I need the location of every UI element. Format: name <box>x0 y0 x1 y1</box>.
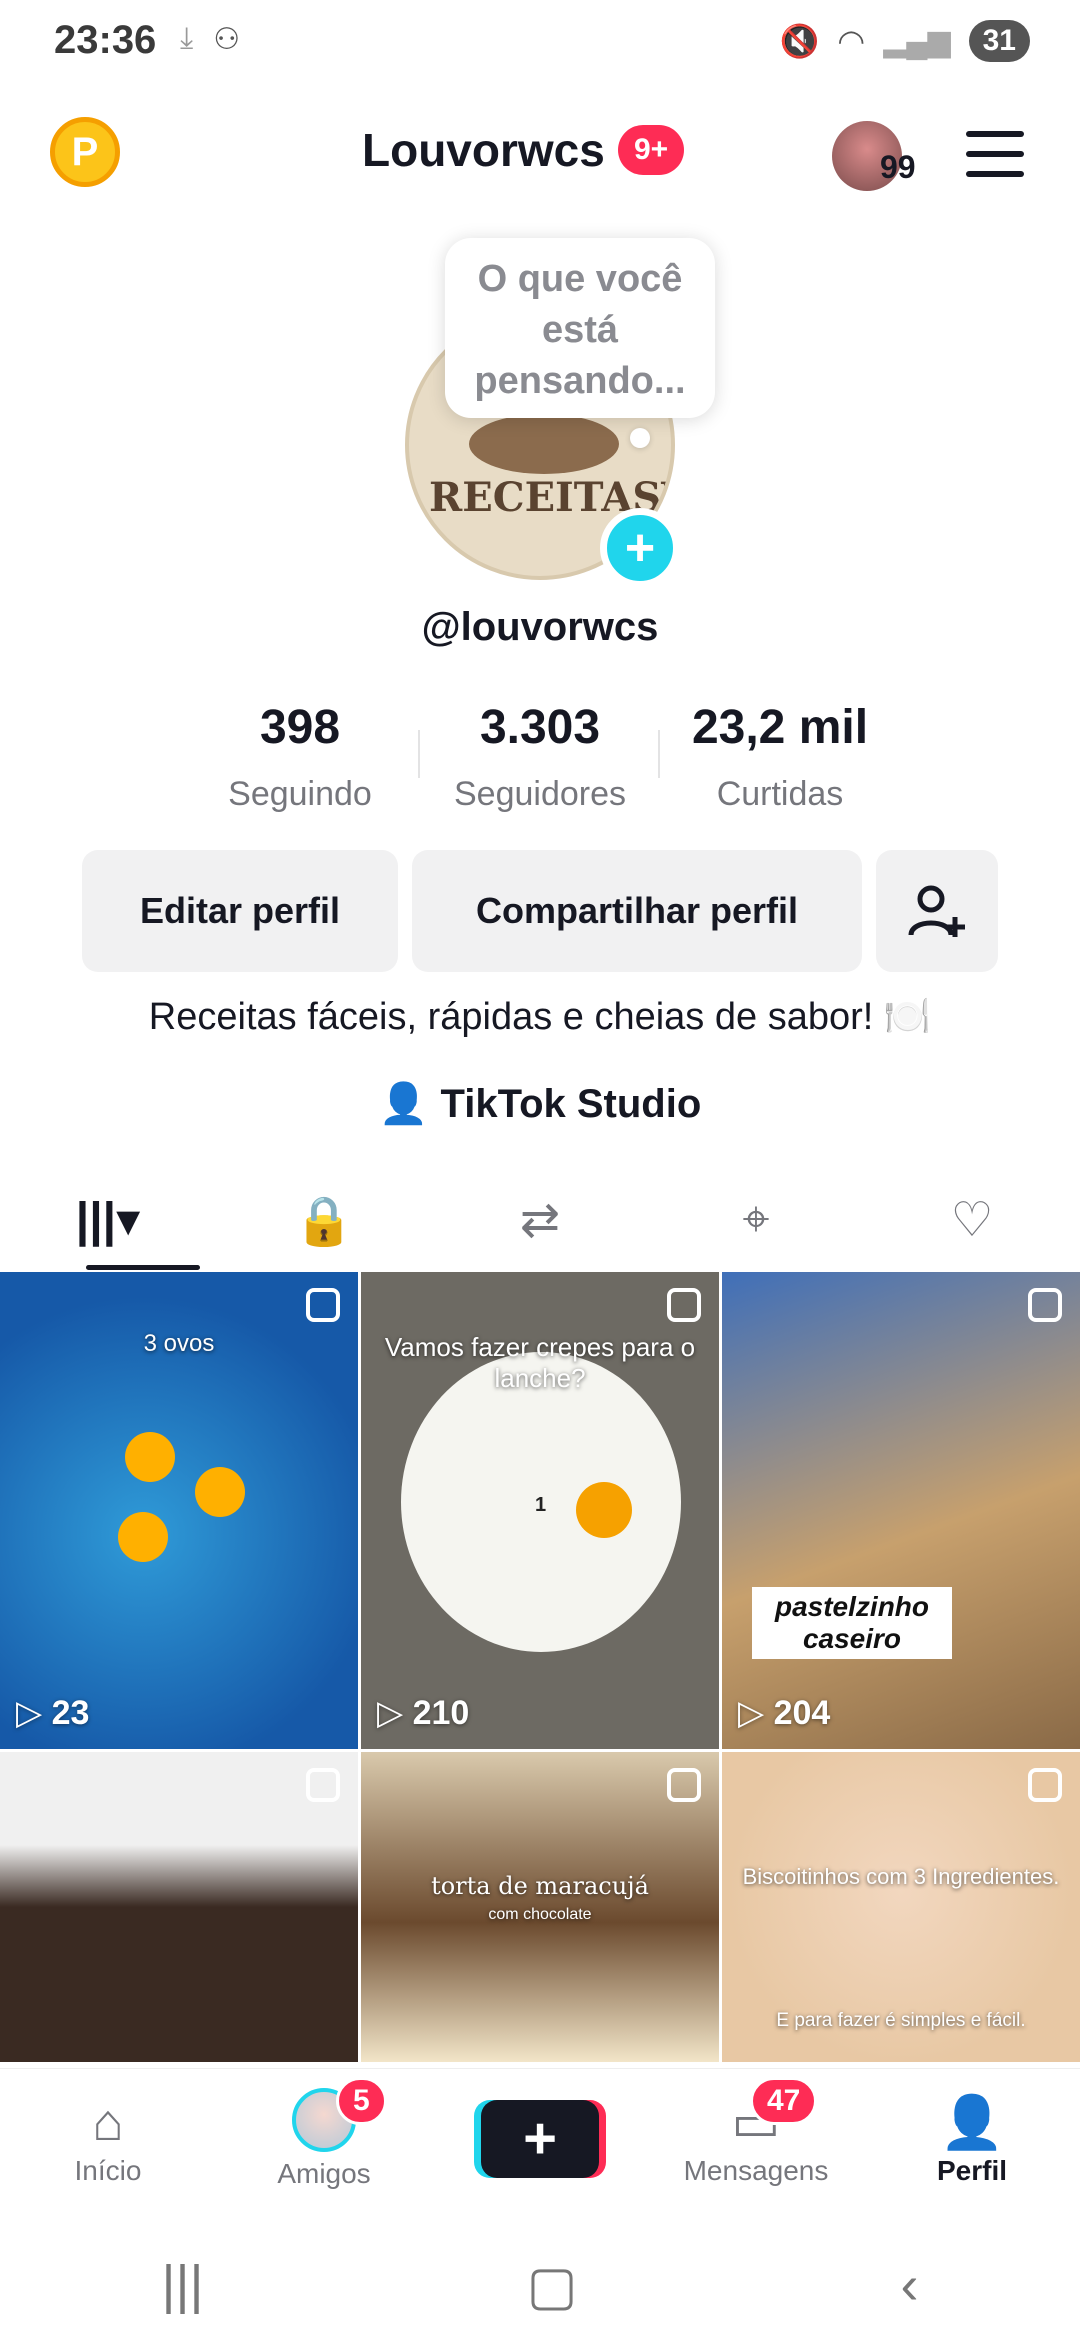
create-button[interactable]: + <box>481 2099 599 2178</box>
stat-label: Curtidas <box>716 775 844 813</box>
mute-icon: 🔇 <box>779 23 820 59</box>
download-icon: ⤓ <box>180 22 194 55</box>
stat-followers[interactable]: 3.303 Seguidores <box>420 700 660 820</box>
add-story-button[interactable]: + <box>600 508 680 588</box>
tab-liked[interactable]: ♡ <box>864 1170 1080 1270</box>
add-user-icon <box>908 885 965 937</box>
video-views: ▷ 204 <box>738 1694 831 1732</box>
battery-indicator: 31 <box>968 20 1030 62</box>
tab-reposts[interactable]: ⇄ <box>432 1170 648 1270</box>
video-caption: torta de maracujá <box>431 1872 649 1900</box>
nav-label: Início <box>74 2154 142 2186</box>
status-notification-icons: ⤓ ⚇ <box>180 22 240 57</box>
profile-header: P Louvorwcs 9+ 99 <box>0 105 1080 205</box>
nav-create[interactable]: + <box>432 2069 648 2208</box>
home-button-icon[interactable]: ▢ <box>527 2254 578 2317</box>
nav-label: Mensagens <box>683 2154 829 2186</box>
nav-friends[interactable]: Amigos 5 <box>216 2069 432 2208</box>
coin-icon[interactable]: P <box>50 117 120 187</box>
video-caption: Biscoitinhos com 3 Ingredientes. <box>742 1864 1060 1889</box>
nav-profile[interactable]: 👤 Perfil <box>864 2069 1080 2208</box>
bookmark-hidden-icon: ⌖ <box>742 1193 770 1246</box>
page-title[interactable]: Louvorwcs <box>362 123 605 177</box>
recents-icon[interactable]: ||| <box>161 2254 203 2316</box>
signal-icon: ▂▄▆ <box>883 24 951 58</box>
multi-photo-icon <box>306 1288 340 1322</box>
stat-label: Seguindo <box>228 775 372 813</box>
video-footer: E para fazer é simples e fácil. <box>776 2010 1026 2031</box>
video-views: ▷ 210 <box>377 1694 470 1732</box>
multi-photo-icon <box>1028 1768 1062 1802</box>
wifi-icon: ◠ <box>837 23 866 59</box>
system-nav: ||| ▢ ‹ <box>0 2230 1080 2340</box>
thought-bubble-tail <box>630 428 650 448</box>
voicemail-icon: ⚇ <box>213 23 241 56</box>
repost-icon: ⇄ <box>519 1194 561 1247</box>
back-icon[interactable]: ‹ <box>901 2254 919 2316</box>
stat-likes[interactable]: 23,2 mil Curtidas <box>660 700 900 820</box>
video-thumbnail[interactable] <box>0 1752 358 2062</box>
multi-photo-icon <box>667 1288 701 1322</box>
video-thumbnail[interactable]: pastelzinho caseiro ▷ 204 <box>722 1272 1080 1749</box>
tab-indicator <box>86 1265 200 1270</box>
videos-grid-icon: |||▾ <box>75 1194 141 1247</box>
bottom-nav: ⌂ Início Amigos 5 + ▭ Mensagens 47 👤 Per… <box>0 2068 1080 2208</box>
tab-favorites[interactable]: ⌖ <box>648 1170 864 1270</box>
egg-yolk <box>125 1432 175 1482</box>
messages-badge: 47 <box>750 2077 818 2125</box>
overlay-number: 1 <box>535 1494 547 1516</box>
egg-yolk <box>576 1482 632 1538</box>
person-icon: 👤 <box>939 2093 1005 2152</box>
video-grid: 3 ovos ▷ 23 Vamos fazer crepes para o la… <box>0 1272 1080 2062</box>
egg-yolk <box>118 1512 168 1562</box>
multi-photo-icon <box>306 1768 340 1802</box>
tab-private[interactable]: 🔒 <box>216 1170 432 1270</box>
video-thumbnail[interactable]: Biscoitinhos com 3 Ingredientes. E para … <box>722 1752 1080 2062</box>
video-views: ▷ 23 <box>16 1694 90 1732</box>
status-bar: 23:36 ⤓ ⚇ 🔇 ◠ ▂▄▆ 31 <box>0 0 1080 90</box>
stat-value: 3.303 <box>479 701 601 754</box>
story-count: 99 <box>880 149 916 185</box>
stat-label: Seguidores <box>453 775 626 813</box>
stat-following[interactable]: 398 Seguindo <box>180 700 420 820</box>
nav-label: Amigos <box>277 2157 371 2189</box>
egg-yolk <box>195 1467 245 1517</box>
thought-bubble[interactable]: O que você está pensando... <box>445 238 715 418</box>
profile-stats: 398 Seguindo 3.303 Seguidores 23,2 mil C… <box>180 700 900 820</box>
status-time: 23:36 <box>54 18 157 62</box>
person-star-icon: 👤 <box>378 1082 429 1126</box>
nav-home[interactable]: ⌂ Início <box>0 2069 216 2208</box>
menu-icon[interactable] <box>966 131 1024 177</box>
stat-value: 398 <box>259 701 341 754</box>
tiktok-studio-label: TikTok Studio <box>440 1082 702 1126</box>
video-caption: 3 ovos <box>143 1330 215 1357</box>
video-caption: Vamos fazer crepes para o lanche? <box>384 1332 696 1393</box>
video-thumbnail[interactable]: Vamos fazer crepes para o lanche? 1 ▷ 21… <box>361 1272 719 1749</box>
video-caption: pastelzinho caseiro <box>752 1587 952 1659</box>
profile-handle: @louvorwcs <box>421 605 659 649</box>
home-icon: ⌂ <box>92 2093 124 2152</box>
profile-bio: Receitas fáceis, rápidas e cheias de sab… <box>148 996 932 1038</box>
lock-icon: 🔒 <box>294 1194 354 1248</box>
video-thumbnail[interactable]: 3 ovos ▷ 23 <box>0 1272 358 1749</box>
logo-graphic <box>469 414 619 474</box>
multi-photo-icon <box>1028 1288 1062 1322</box>
video-subcaption: com chocolate <box>488 1906 592 1923</box>
multi-photo-icon <box>667 1768 701 1802</box>
heart-hidden-icon: ♡ <box>950 1194 994 1247</box>
share-profile-button[interactable]: Compartilhar perfil <box>412 850 862 972</box>
add-friend-button[interactable] <box>876 850 998 972</box>
notification-badge[interactable]: 9+ <box>618 125 685 175</box>
friends-badge: 5 <box>336 2077 387 2125</box>
video-thumbnail[interactable]: torta de maracujá com chocolate <box>361 1752 719 2062</box>
nav-messages[interactable]: ▭ Mensagens 47 <box>648 2069 864 2208</box>
tab-videos[interactable]: |||▾ <box>0 1170 216 1270</box>
nav-label: Perfil <box>936 2154 1008 2186</box>
tiktok-studio-link[interactable]: 👤 TikTok Studio <box>0 1080 1080 1127</box>
stat-value: 23,2 mil <box>691 701 869 754</box>
status-system-icons: 🔇 ◠ ▂▄▆ 31 <box>779 20 1030 62</box>
content-tabs: |||▾ 🔒 ⇄ ⌖ ♡ <box>0 1170 1080 1270</box>
edit-profile-button[interactable]: Editar perfil <box>82 850 398 972</box>
